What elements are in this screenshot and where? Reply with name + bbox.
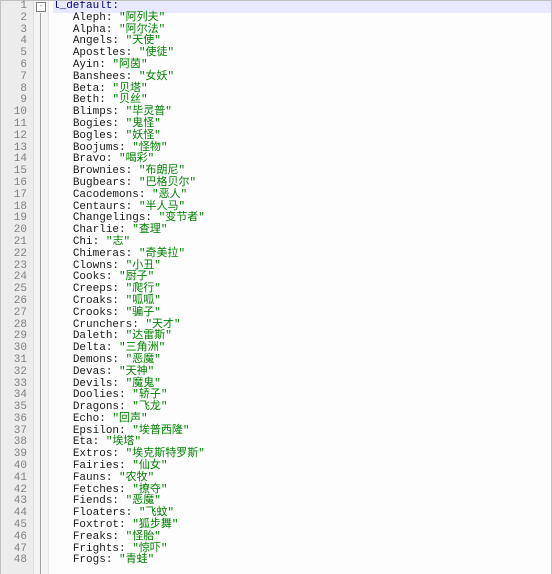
- yaml-entry: Bogles: "妖怪": [53, 131, 551, 143]
- yaml-entry: Frogs: "青蛙": [53, 555, 551, 567]
- line-number: 21: [5, 237, 27, 249]
- line-number: 31: [5, 355, 27, 367]
- line-number: 36: [5, 414, 27, 426]
- line-number-gutter: 1234567891011121314151617181920212223242…: [1, 1, 34, 574]
- line-number: 7: [5, 72, 27, 84]
- line-number: 2: [5, 13, 27, 25]
- line-number: 17: [5, 190, 27, 202]
- line-number: 12: [5, 131, 27, 143]
- yaml-entry: Freaks: "怪胎": [53, 532, 551, 544]
- line-number: 22: [5, 249, 27, 261]
- yaml-entry: Fauns: "农牧": [53, 473, 551, 485]
- line-number: 11: [5, 119, 27, 131]
- line-number: 26: [5, 296, 27, 308]
- line-number: 32: [5, 367, 27, 379]
- line-number: 16: [5, 178, 27, 190]
- line-number: 46: [5, 532, 27, 544]
- fold-guide: [40, 13, 41, 574]
- line-number: 48: [5, 555, 27, 567]
- code-area[interactable]: l_default: Aleph: "阿列夫" Alpha: "阿尔法" Ang…: [49, 1, 551, 574]
- line-number: 41: [5, 473, 27, 485]
- fold-column[interactable]: -: [34, 1, 49, 574]
- line-number: 27: [5, 308, 27, 320]
- fold-toggle-icon[interactable]: -: [36, 2, 46, 12]
- line-number: 6: [5, 60, 27, 72]
- yaml-entry: Echo: "回声": [53, 414, 551, 426]
- code-editor[interactable]: 1234567891011121314151617181920212223242…: [0, 0, 552, 574]
